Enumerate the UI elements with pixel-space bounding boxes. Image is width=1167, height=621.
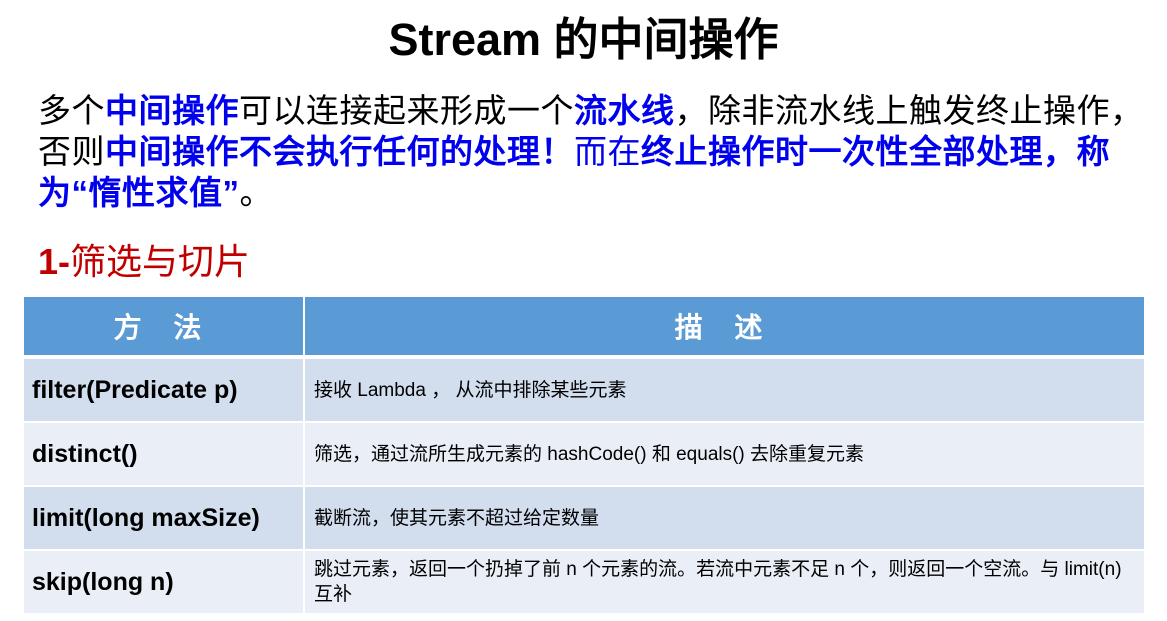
table-row: limit(long maxSize) 截断流，使其元素不超过给定数量: [24, 486, 1144, 551]
intro-paragraph: 多个中间操作可以连接起来形成一个流水线，除非流水线上触发终止操作，否则中间操作不…: [38, 90, 1153, 213]
table-row: filter(Predicate p) 接收 Lambda ， 从流中排除某些元…: [24, 357, 1144, 423]
description-cell: 接收 Lambda ， 从流中排除某些元素: [304, 357, 1144, 423]
method-cell: limit(long maxSize): [24, 486, 305, 551]
description-cell: 筛选，通过流所生成元素的 hashCode() 和 equals() 去除重复元…: [304, 422, 1144, 487]
method-cell: filter(Predicate p): [24, 357, 305, 423]
table-header-row: 方 法 描 述: [24, 297, 1144, 359]
section-title: 筛选与切片: [70, 241, 251, 282]
para-run-highlight: 中间操作: [105, 92, 239, 129]
para-run: 。: [239, 174, 273, 211]
page-title: Stream 的中间操作: [388, 14, 779, 65]
para-run-blue: 而在: [574, 133, 641, 170]
description-cell: 截断流，使其元素不超过给定数量: [304, 486, 1144, 551]
description-cell: 跳过元素，返回一个扔掉了前 n 个元素的流。若流中元素不足 n 个，则返回一个空…: [304, 550, 1144, 615]
section-number: 1-: [38, 241, 71, 282]
table-row: skip(long n) 跳过元素，返回一个扔掉了前 n 个元素的流。若流中元素…: [24, 550, 1144, 615]
header-method: 方 法: [24, 297, 305, 359]
para-run: 多个: [38, 92, 105, 129]
para-run-highlight: 中间操作不会执行任何的处理！: [105, 133, 574, 170]
method-cell: skip(long n): [24, 550, 305, 615]
table-row: distinct() 筛选，通过流所生成元素的 hashCode() 和 equ…: [24, 422, 1144, 487]
para-run-highlight: 流水线: [574, 92, 675, 129]
operations-table: 方 法 描 述 filter(Predicate p) 接收 Lambda ， …: [24, 297, 1144, 615]
header-description: 描 述: [304, 297, 1144, 359]
para-run: 可以连接起来形成一个: [239, 92, 574, 129]
section-heading: 1-筛选与切片: [38, 240, 250, 284]
method-cell: distinct(): [24, 422, 305, 487]
